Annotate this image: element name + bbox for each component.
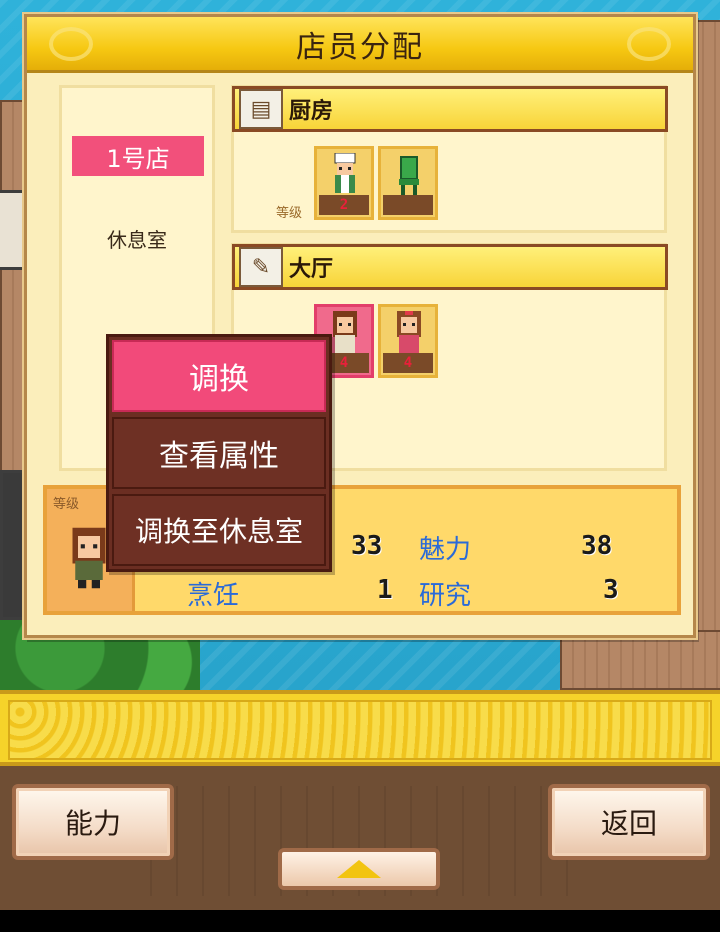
hall-label: 大厅	[289, 257, 334, 282]
menu-swap[interactable]: 调换	[112, 340, 326, 412]
system-bar	[0, 910, 720, 932]
ability-button[interactable]: 能力	[12, 784, 174, 860]
staff-slot-chef[interactable]: 2	[314, 146, 374, 220]
rest-room-label[interactable]: 休息室	[62, 224, 212, 253]
message-bar-pattern	[8, 700, 712, 760]
wooden-deck	[560, 630, 720, 690]
stat-value: 33	[351, 531, 383, 561]
stat-value: 3	[603, 575, 619, 605]
chair-icon	[399, 156, 419, 195]
panel-header: 店员分配	[27, 17, 693, 73]
context-menu: 调换 查看属性 调换至休息室	[106, 334, 332, 572]
staff-slot-empty[interactable]	[378, 146, 438, 220]
staff-level: 4	[383, 353, 433, 373]
kitchen-section: ▤ 厨房 等级 2	[231, 85, 668, 233]
staff-slot-waitress[interactable]: 4	[378, 304, 438, 378]
menu-view-attributes[interactable]: 查看属性	[112, 417, 326, 489]
waitress-icon	[333, 311, 357, 353]
chef-icon	[334, 153, 356, 193]
stove-icon: ▤	[239, 89, 283, 129]
menu-move-to-rest-room[interactable]: 调换至休息室	[112, 494, 326, 566]
message-bar	[0, 690, 720, 766]
swirl-decoration-icon	[49, 27, 93, 61]
swirl-decoration-icon	[627, 27, 671, 61]
kitchen-header: ▤ 厨房	[232, 86, 668, 132]
stat-label-research: 研究	[419, 581, 472, 611]
stat-label-cooking: 烹饪	[187, 581, 240, 611]
waitress-icon	[397, 311, 421, 353]
level-tag: 等级	[276, 206, 303, 221]
shop-tag[interactable]: 1号店	[72, 136, 204, 176]
waitress-portrait-icon	[72, 527, 106, 589]
menu-icon: ✎	[239, 247, 283, 287]
level-tag: 等级	[53, 497, 80, 512]
staff-level	[383, 195, 433, 215]
hall-header: ✎ 大厅	[232, 244, 668, 290]
stat-label-charm: 魅力	[419, 535, 472, 565]
up-arrow-icon	[337, 860, 381, 878]
expand-button[interactable]	[278, 848, 440, 890]
kitchen-label: 厨房	[289, 99, 334, 124]
staff-level: 2	[319, 195, 369, 215]
back-button[interactable]: 返回	[548, 784, 710, 860]
stat-value: 1	[377, 575, 393, 605]
panel-title: 店员分配	[296, 29, 424, 65]
stat-value: 38	[581, 531, 613, 561]
building	[0, 190, 26, 270]
